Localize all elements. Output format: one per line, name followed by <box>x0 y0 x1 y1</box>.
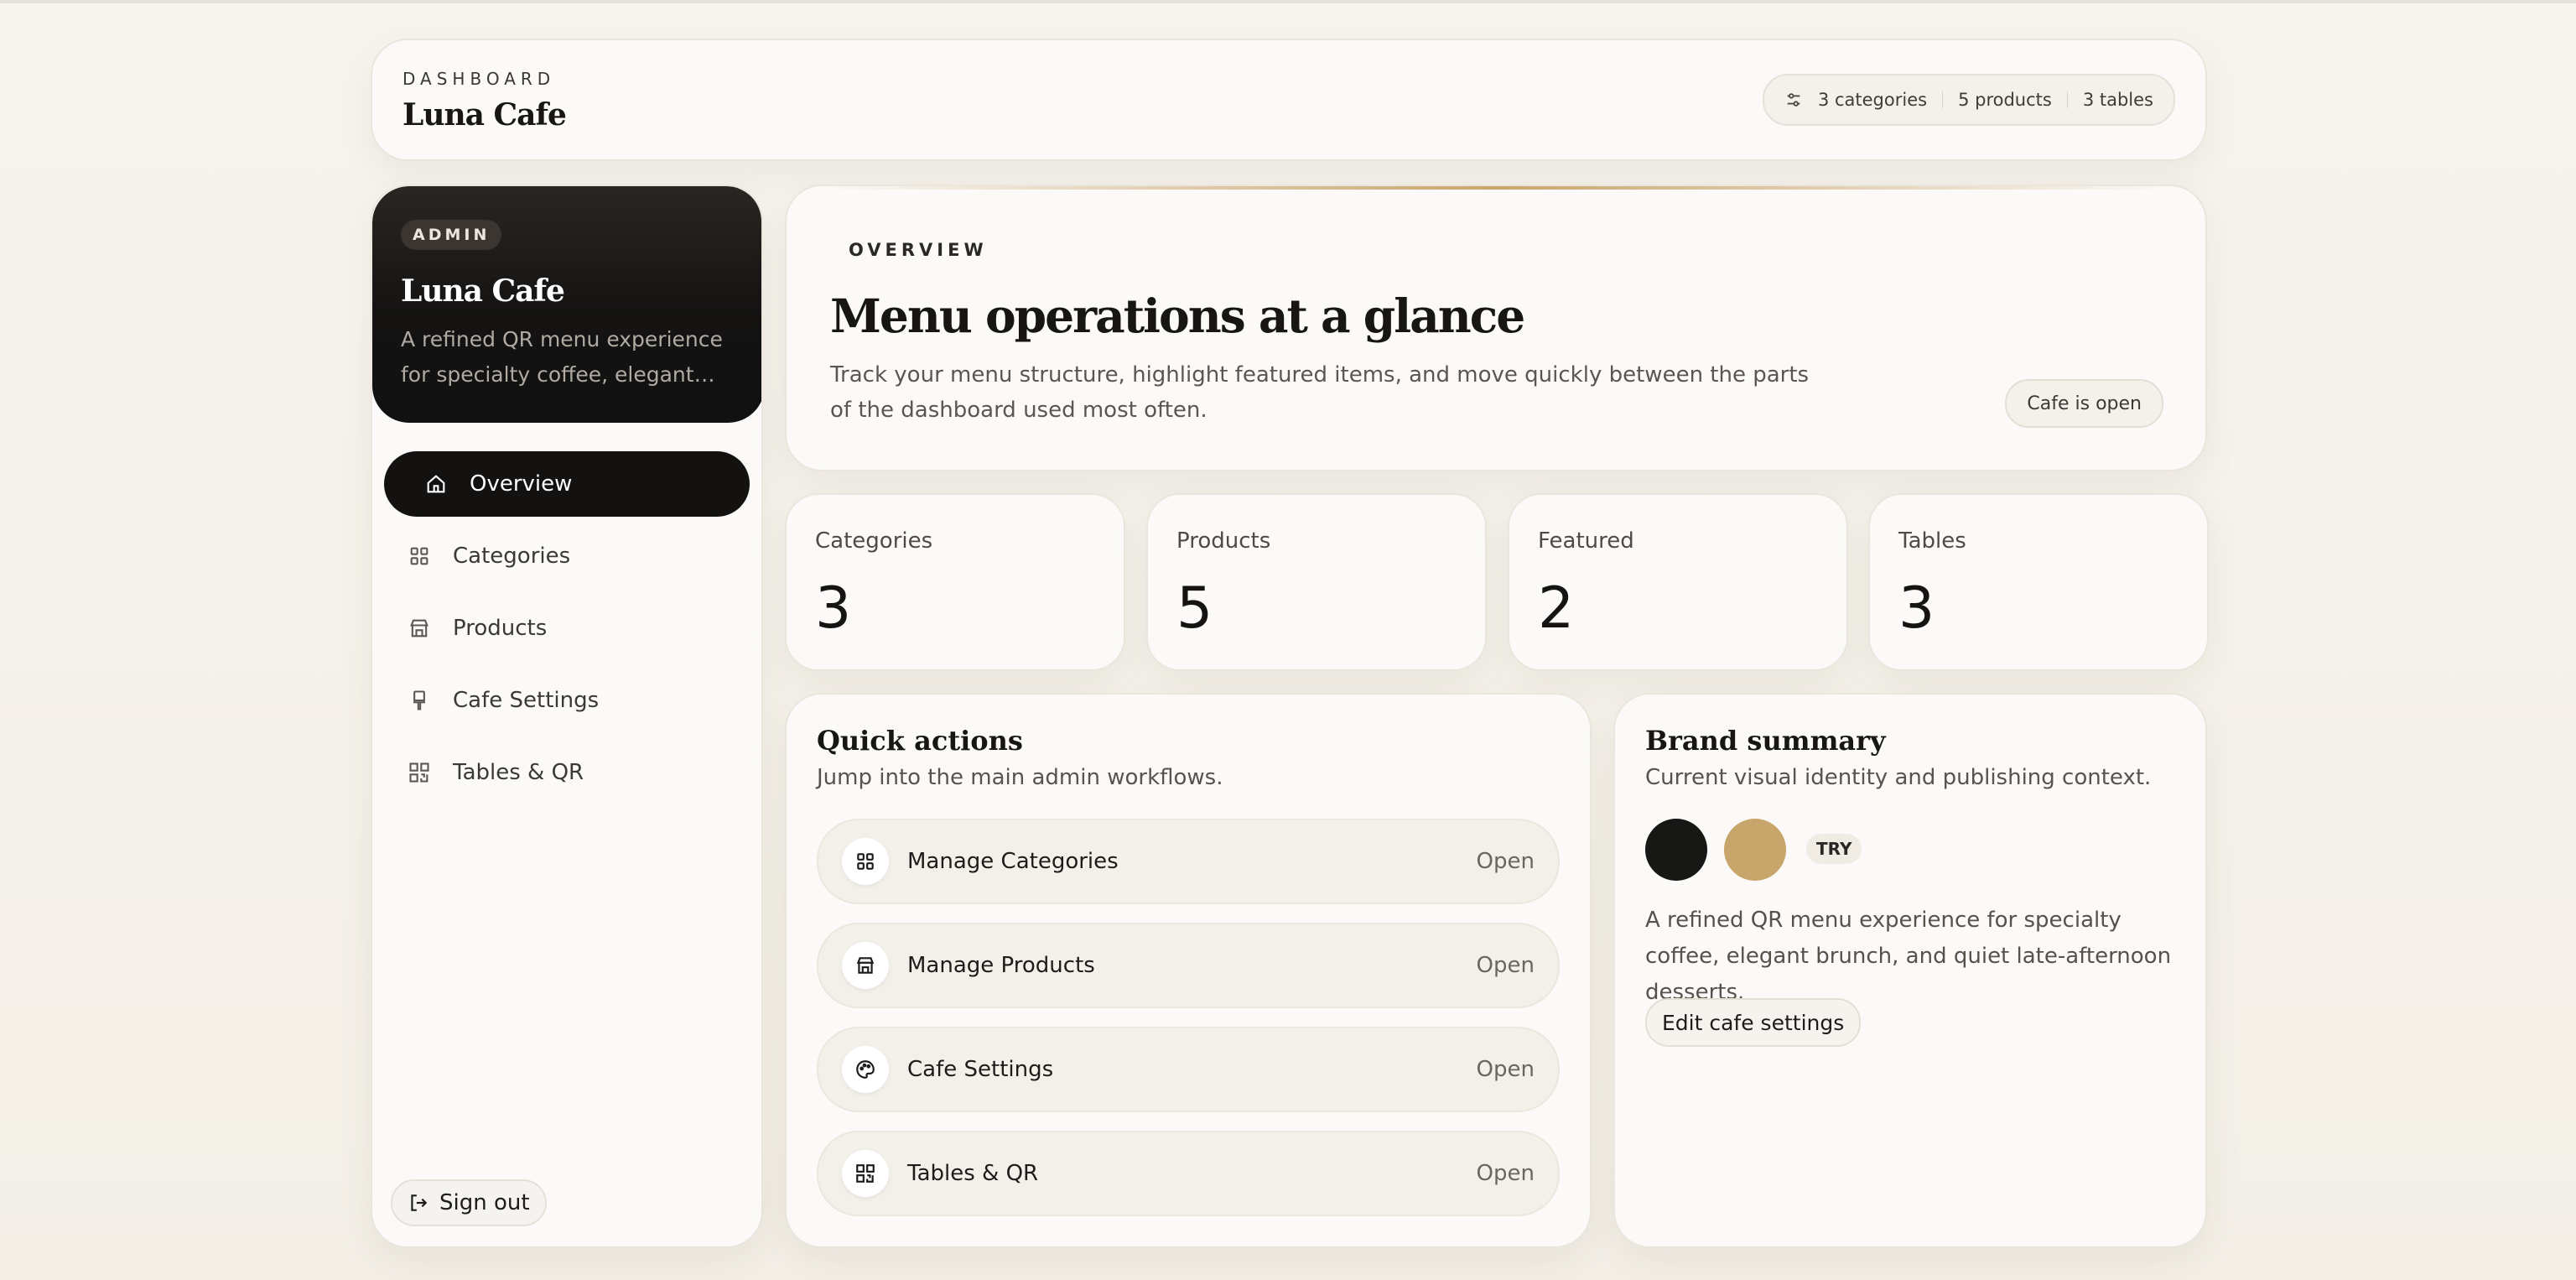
top-divider <box>0 0 2576 3</box>
header-cafe-name: Luna Cafe <box>402 97 567 133</box>
stat-value: 2 <box>1538 575 1575 642</box>
stat-value: 3 <box>815 575 852 642</box>
quick-action-open[interactable]: Open <box>1477 1057 1535 1082</box>
edit-cafe-settings-button[interactable]: Edit cafe settings <box>1645 998 1862 1047</box>
sidebar-item-products[interactable]: Products <box>384 596 750 661</box>
brand-summary-subtitle: Current visual identity and publishing c… <box>1645 765 2152 790</box>
brand-summary-description: A refined QR menu experience for special… <box>1645 908 2172 1005</box>
grid-icon <box>842 838 889 885</box>
sidebar-item-label: Tables & QR <box>453 760 584 785</box>
overview-accent-line <box>820 186 2172 190</box>
stat-label: Featured <box>1538 528 1634 554</box>
qr-icon <box>842 1150 889 1197</box>
quick-action-open[interactable]: Open <box>1477 849 1535 874</box>
quick-actions-subtitle: Jump into the main admin workflows. <box>817 765 1223 790</box>
page-header: DASHBOARD Luna Cafe 3 categories 5 produ… <box>371 39 2207 161</box>
quick-action-label: Cafe Settings <box>907 1057 1054 1082</box>
sidebar-item-categories[interactable]: Categories <box>384 523 750 589</box>
quick-actions-card: Quick actions Jump into the main admin w… <box>785 693 1592 1248</box>
sidebar-brand-card: ADMIN Luna Cafe A refined QR menu experi… <box>372 186 761 423</box>
sidebar-item-overview[interactable]: Overview <box>384 451 750 517</box>
home-icon <box>427 475 445 493</box>
stat-card-tables: Tables 3 <box>1868 493 2209 671</box>
qr-icon <box>409 762 429 783</box>
overview-title: Menu operations at a glance <box>830 289 1525 343</box>
stat-label: Tables <box>1898 528 1966 554</box>
sidebar-item-tables-qr[interactable]: Tables & QR <box>384 740 750 805</box>
admin-badge: ADMIN <box>401 220 502 250</box>
palette-icon <box>842 1046 889 1093</box>
stat-label: Categories <box>815 528 933 554</box>
brand-summary-title: Brand summary <box>1645 725 1886 757</box>
overview-description: Track your menu structure, highlight fea… <box>830 362 1810 423</box>
overview-label: OVERVIEW <box>849 240 988 260</box>
currency-badge: TRY <box>1806 834 1862 864</box>
sign-out-button[interactable]: Sign out <box>391 1179 547 1226</box>
sidebar-nav: Overview Categories Products Cafe Settin… <box>384 451 750 812</box>
status-badge: Cafe is open <box>2005 379 2163 428</box>
stat-card-featured: Featured 2 <box>1508 493 1848 671</box>
header-stat-tables: 3 tables <box>2082 90 2153 110</box>
quick-action-manage-products[interactable]: Manage Products Open <box>817 923 1560 1008</box>
header-stat-categories: 3 categories <box>1817 90 1928 110</box>
sidebar-item-label: Cafe Settings <box>453 688 600 713</box>
sidebar: ADMIN Luna Cafe A refined QR menu experi… <box>371 185 763 1248</box>
quick-action-open[interactable]: Open <box>1477 953 1535 978</box>
overview-card: OVERVIEW Menu operations at a glance Tra… <box>785 185 2207 471</box>
store-icon <box>842 942 889 989</box>
stat-value: 5 <box>1176 575 1213 642</box>
quick-action-tables-qr[interactable]: Tables & QR Open <box>817 1131 1560 1216</box>
accent-color-swatch <box>1724 819 1786 881</box>
sidebar-item-label: Categories <box>453 544 571 569</box>
header-label: DASHBOARD <box>402 69 556 89</box>
primary-color-swatch <box>1645 819 1707 881</box>
divider <box>2066 91 2068 108</box>
stat-value: 3 <box>1898 575 1935 642</box>
quick-action-manage-categories[interactable]: Manage Categories Open <box>817 819 1560 904</box>
sidebar-cafe-name: Luna Cafe <box>401 273 565 309</box>
store-icon <box>410 619 428 637</box>
quick-action-label: Tables & QR <box>907 1161 1039 1186</box>
quick-action-label: Manage Products <box>907 953 1095 978</box>
sidebar-cafe-description: A refined QR menu experience for special… <box>401 327 723 387</box>
quick-action-open[interactable]: Open <box>1477 1161 1535 1186</box>
header-stat-products: 5 products <box>1958 90 2052 110</box>
sidebar-item-label: Products <box>453 616 548 641</box>
quick-action-label: Manage Categories <box>907 849 1119 874</box>
brand-summary-card: Brand summary Current visual identity an… <box>1613 693 2207 1248</box>
sidebar-item-label: Overview <box>470 471 573 497</box>
stat-label: Products <box>1176 528 1271 554</box>
sign-out-label: Sign out <box>439 1190 530 1215</box>
quick-action-cafe-settings[interactable]: Cafe Settings Open <box>817 1027 1560 1112</box>
divider <box>1942 91 1944 108</box>
stat-card-products: Products 5 <box>1146 493 1487 671</box>
sidebar-item-cafe-settings[interactable]: Cafe Settings <box>384 668 750 733</box>
grid-icon <box>410 547 428 565</box>
header-stats-pill: 3 categories 5 products 3 tables <box>1762 74 2175 126</box>
stat-card-categories: Categories 3 <box>785 493 1125 671</box>
quick-actions-title: Quick actions <box>817 725 1023 757</box>
logout-icon <box>411 1194 428 1211</box>
sliders-icon <box>1787 93 1800 107</box>
brush-icon <box>413 690 425 710</box>
